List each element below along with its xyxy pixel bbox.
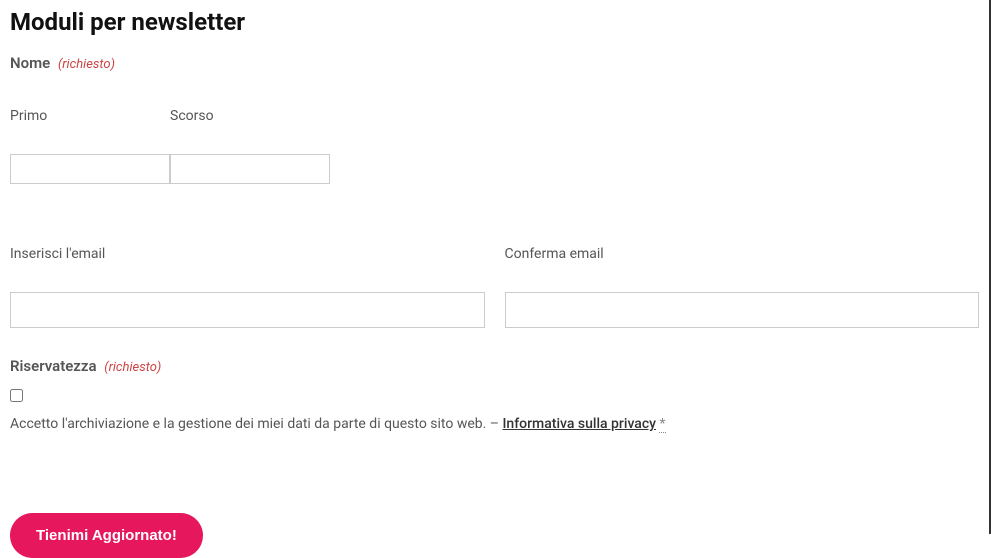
confirm-email-col: Conferma email bbox=[505, 246, 980, 328]
privacy-section: Riservatezza (richiesto) Accetto l'archi… bbox=[10, 356, 979, 435]
last-name-label: Scorso bbox=[170, 108, 330, 124]
email-row: Inserisci l'email Conferma email bbox=[10, 246, 979, 328]
consent-checkbox[interactable] bbox=[10, 389, 23, 402]
first-name-col: Primo bbox=[10, 108, 170, 184]
consent-text: Accetto l'archiviazione e la gestione de… bbox=[10, 414, 979, 435]
checkbox-wrap bbox=[10, 387, 979, 406]
enter-email-col: Inserisci l'email bbox=[10, 246, 485, 328]
confirm-email-input[interactable] bbox=[505, 292, 980, 328]
privacy-label: Riservatezza (richiesto) bbox=[10, 357, 161, 375]
submit-button[interactable]: Tienimi Aggiornato! bbox=[10, 513, 203, 558]
last-name-input[interactable] bbox=[170, 154, 330, 184]
confirm-email-label: Conferma email bbox=[505, 246, 980, 262]
privacy-required: (richiesto) bbox=[104, 360, 161, 375]
name-section: Nome (richiesto) Primo Scorso bbox=[10, 54, 979, 184]
last-name-col: Scorso bbox=[170, 108, 330, 184]
first-name-input[interactable] bbox=[10, 154, 170, 184]
consent-text-body: Accetto l'archiviazione e la gestione de… bbox=[10, 416, 502, 432]
enter-email-label: Inserisci l'email bbox=[10, 246, 485, 262]
page-title: Moduli per newsletter bbox=[10, 8, 979, 36]
privacy-label-text: Riservatezza bbox=[10, 357, 97, 375]
enter-email-input[interactable] bbox=[10, 292, 485, 328]
name-row: Primo Scorso bbox=[10, 108, 979, 184]
privacy-policy-link[interactable]: Informativa sulla privacy bbox=[502, 416, 656, 432]
name-required: (richiesto) bbox=[58, 57, 115, 72]
first-name-label: Primo bbox=[10, 108, 170, 124]
name-label-text: Nome bbox=[10, 54, 50, 72]
asterisk-icon: * bbox=[659, 416, 665, 433]
name-label: Nome (richiesto) bbox=[10, 54, 979, 72]
